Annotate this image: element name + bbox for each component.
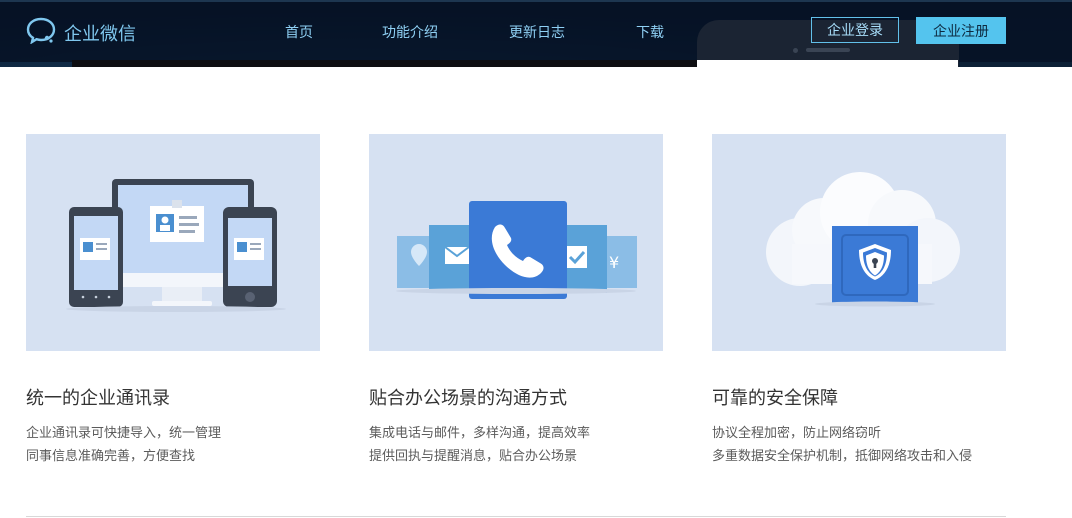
brand-name: 企业微信 [64,23,136,45]
monitor-edge-decoration [72,60,698,67]
nav-item-download[interactable]: 下载 [636,22,664,42]
phone-camera-decoration [793,48,798,53]
phone-screen-decoration [697,60,958,67]
feature-desc-security-line1: 协议全程加密，防止网络窃听 [712,426,882,441]
nav-item-features[interactable]: 功能介绍 [382,22,438,42]
feature-desc-security-line2: 多重数据安全保护机制，抵御网络攻击和入侵 [712,449,973,464]
feature-desc-communication-line2: 提供回执与提醒消息，贴合办公场景 [369,449,578,464]
svg-text:¥: ¥ [609,253,619,272]
feature-title-communication: 贴合办公场景的沟通方式 [369,388,567,409]
brand-logo[interactable]: 企业微信 [26,16,136,49]
feature-desc-communication-line1: 集成电话与邮件，多样沟通，提高效率 [369,426,591,441]
communication-cards-illustration: ¥ [369,134,663,351]
feature-title-contacts: 统一的企业通讯录 [26,388,170,409]
top-header: 企业微信 首页 功能介绍 更新日志 下载 企业登录 企业注册 [0,0,1072,67]
feature-desc-contacts-line2: 同事信息准确完善，方便查找 [26,449,196,464]
feature-title-security: 可靠的安全保障 [712,388,838,409]
phone-speaker-decoration [806,48,850,52]
feature-desc-contacts-line1: 企业通讯录可快捷导入，统一管理 [26,426,222,441]
register-button[interactable]: 企业注册 [916,17,1006,44]
chat-bubble-icon [26,16,56,49]
nav-item-changelog[interactable]: 更新日志 [509,22,565,42]
devices-contacts-illustration [26,134,320,351]
cloud-security-illustration [712,134,1006,351]
section-divider [26,516,1006,517]
nav-item-home[interactable]: 首页 [285,22,313,42]
login-button[interactable]: 企业登录 [811,17,899,43]
